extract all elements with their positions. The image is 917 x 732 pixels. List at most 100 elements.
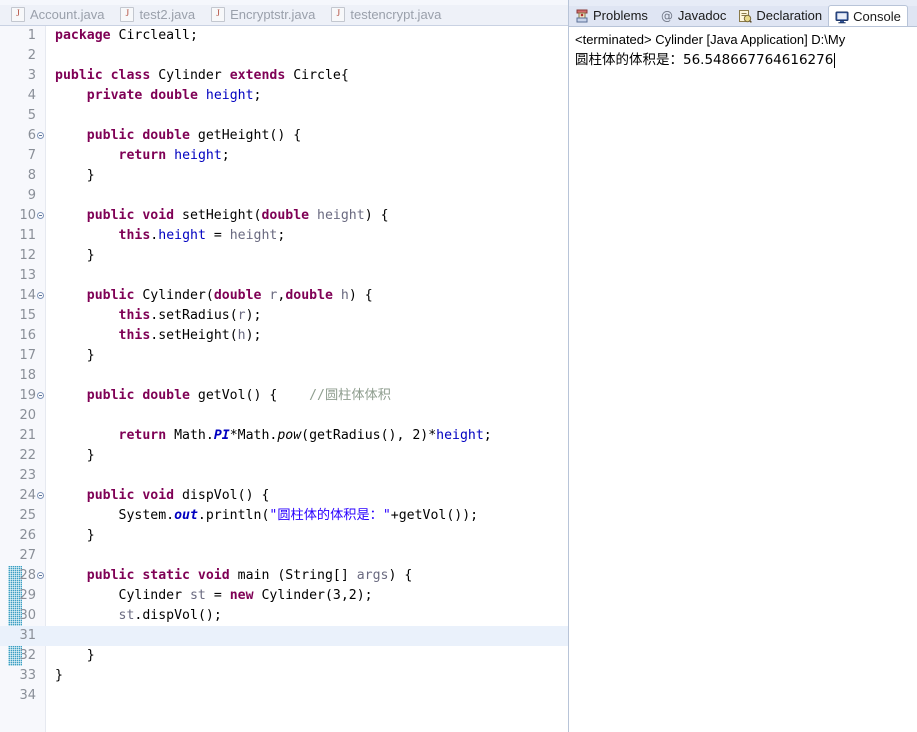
code-line[interactable]: 30 st.dispVol();: [0, 606, 568, 626]
code-text: }: [55, 248, 95, 263]
console-view[interactable]: <terminated> Cylinder [Java Application]…: [569, 27, 917, 732]
code-line[interactable]: 24 public void dispVol() {: [0, 486, 568, 506]
code-line[interactable]: 22 }: [0, 446, 568, 466]
code-line[interactable]: 16 this.setHeight(h);: [0, 326, 568, 346]
javadoc-icon: @: [660, 9, 674, 23]
code-editor[interactable]: 1 package Circleall; 2 3 public class Cylind…: [0, 26, 568, 732]
code-lines[interactable]: 1 package Circleall; 2 3 public class Cylind…: [0, 26, 568, 732]
code-line[interactable]: 2: [0, 46, 568, 66]
line-number: 22: [19, 448, 36, 463]
code-line[interactable]: 23: [0, 466, 568, 486]
code-text: }: [55, 528, 95, 543]
line-number: 1: [27, 28, 36, 43]
line-number: 7: [27, 148, 36, 163]
view-tab-javadoc[interactable]: @ Javadoc: [654, 5, 732, 26]
console-output-text: 圆柱体的体积是：56.548667764616276: [575, 52, 834, 68]
line-number: 24: [19, 488, 36, 503]
svg-text:@: @: [661, 9, 673, 23]
fold-collapse-icon[interactable]: [36, 486, 46, 506]
code-line[interactable]: 29 Cylinder st = new Cylinder(3,2);: [0, 586, 568, 606]
code-line[interactable]: 31: [0, 626, 568, 646]
line-number: 33: [19, 668, 36, 683]
code-line[interactable]: 17 }: [0, 346, 568, 366]
fold-collapse-icon[interactable]: [36, 206, 46, 226]
code-line[interactable]: 5: [0, 106, 568, 126]
editor-tab-testencrypt-java[interactable]: testencrypt.java: [326, 4, 452, 25]
java-file-icon: [120, 6, 135, 22]
view-tab-problems[interactable]: Problems: [569, 5, 654, 26]
code-line[interactable]: 14 public Cylinder(double r,double h) {: [0, 286, 568, 306]
line-number: 28: [19, 568, 36, 583]
code-text: Cylinder st = new Cylinder(3,2);: [55, 588, 373, 603]
line-number: 5: [27, 108, 36, 123]
code-line[interactable]: 20: [0, 406, 568, 426]
code-line[interactable]: 4 private double height;: [0, 86, 568, 106]
code-line[interactable]: 13: [0, 266, 568, 286]
view-tab-label: Console: [853, 9, 901, 24]
code-line[interactable]: 8 }: [0, 166, 568, 186]
fold-collapse-icon[interactable]: [36, 386, 46, 406]
view-tab-declaration[interactable]: Declaration: [732, 5, 828, 26]
code-line[interactable]: 18: [0, 366, 568, 386]
code-line[interactable]: 34: [0, 686, 568, 706]
code-line[interactable]: 11 this.height = height;: [0, 226, 568, 246]
fold-collapse-icon[interactable]: [36, 566, 46, 586]
code-line[interactable]: 12 }: [0, 246, 568, 266]
fold-collapse-icon[interactable]: [36, 286, 46, 306]
editor-tab-test2-java[interactable]: test2.java: [115, 4, 206, 25]
code-line[interactable]: 6 public double getHeight() {: [0, 126, 568, 146]
line-number: 30: [19, 608, 36, 623]
code-line[interactable]: 7 return height;: [0, 146, 568, 166]
view-tab-label: Problems: [593, 8, 648, 23]
code-line[interactable]: 32 }: [0, 646, 568, 666]
code-line[interactable]: 15 this.setRadius(r);: [0, 306, 568, 326]
java-file-icon: [211, 6, 226, 22]
fold-collapse-icon[interactable]: [36, 126, 46, 146]
line-number: 8: [27, 168, 36, 183]
code-line[interactable]: 28 public static void main (String[] arg…: [0, 566, 568, 586]
code-line[interactable]: 3 public class Cylinder extends Circle{: [0, 66, 568, 86]
line-number: 6: [27, 128, 36, 143]
code-text: public void dispVol() {: [86, 488, 270, 503]
line-number: 3: [27, 68, 36, 83]
code-line[interactable]: 21 return Math.PI*Math.pow(getRadius(), …: [0, 426, 568, 446]
view-tab-bar: Problems @ Javadoc Declaration Console: [569, 0, 917, 27]
code-text: public void setHeight(double height) {: [86, 208, 389, 223]
editor-pane: Account.java test2.java Encryptstr.java tes…: [0, 0, 568, 732]
code-text: return height;: [118, 148, 230, 163]
editor-tab-account-java[interactable]: Account.java: [6, 4, 115, 25]
code-line[interactable]: 33}: [0, 666, 568, 686]
code-text: this.height = height;: [118, 228, 286, 243]
code-line[interactable]: 25 System.out.println("圆柱体的体积是："+getVol(…: [0, 506, 568, 526]
code-line[interactable]: 26 }: [0, 526, 568, 546]
line-number: 4: [27, 88, 36, 103]
code-line[interactable]: 19 public double getVol() { //圆柱体体积: [0, 386, 568, 406]
line-number: 17: [19, 348, 36, 363]
code-line[interactable]: 1 package Circleall;: [0, 26, 568, 46]
code-line[interactable]: 9: [0, 186, 568, 206]
editor-tab-encryptstr-java[interactable]: Encryptstr.java: [206, 4, 326, 25]
code-line[interactable]: 10 public void setHeight(double height) …: [0, 206, 568, 226]
code-text: package Circleall;: [55, 28, 198, 43]
view-tab-console[interactable]: Console: [828, 5, 908, 26]
code-text: System.out.println("圆柱体的体积是："+getVol());: [55, 508, 479, 523]
code-line[interactable]: 27: [0, 546, 568, 566]
